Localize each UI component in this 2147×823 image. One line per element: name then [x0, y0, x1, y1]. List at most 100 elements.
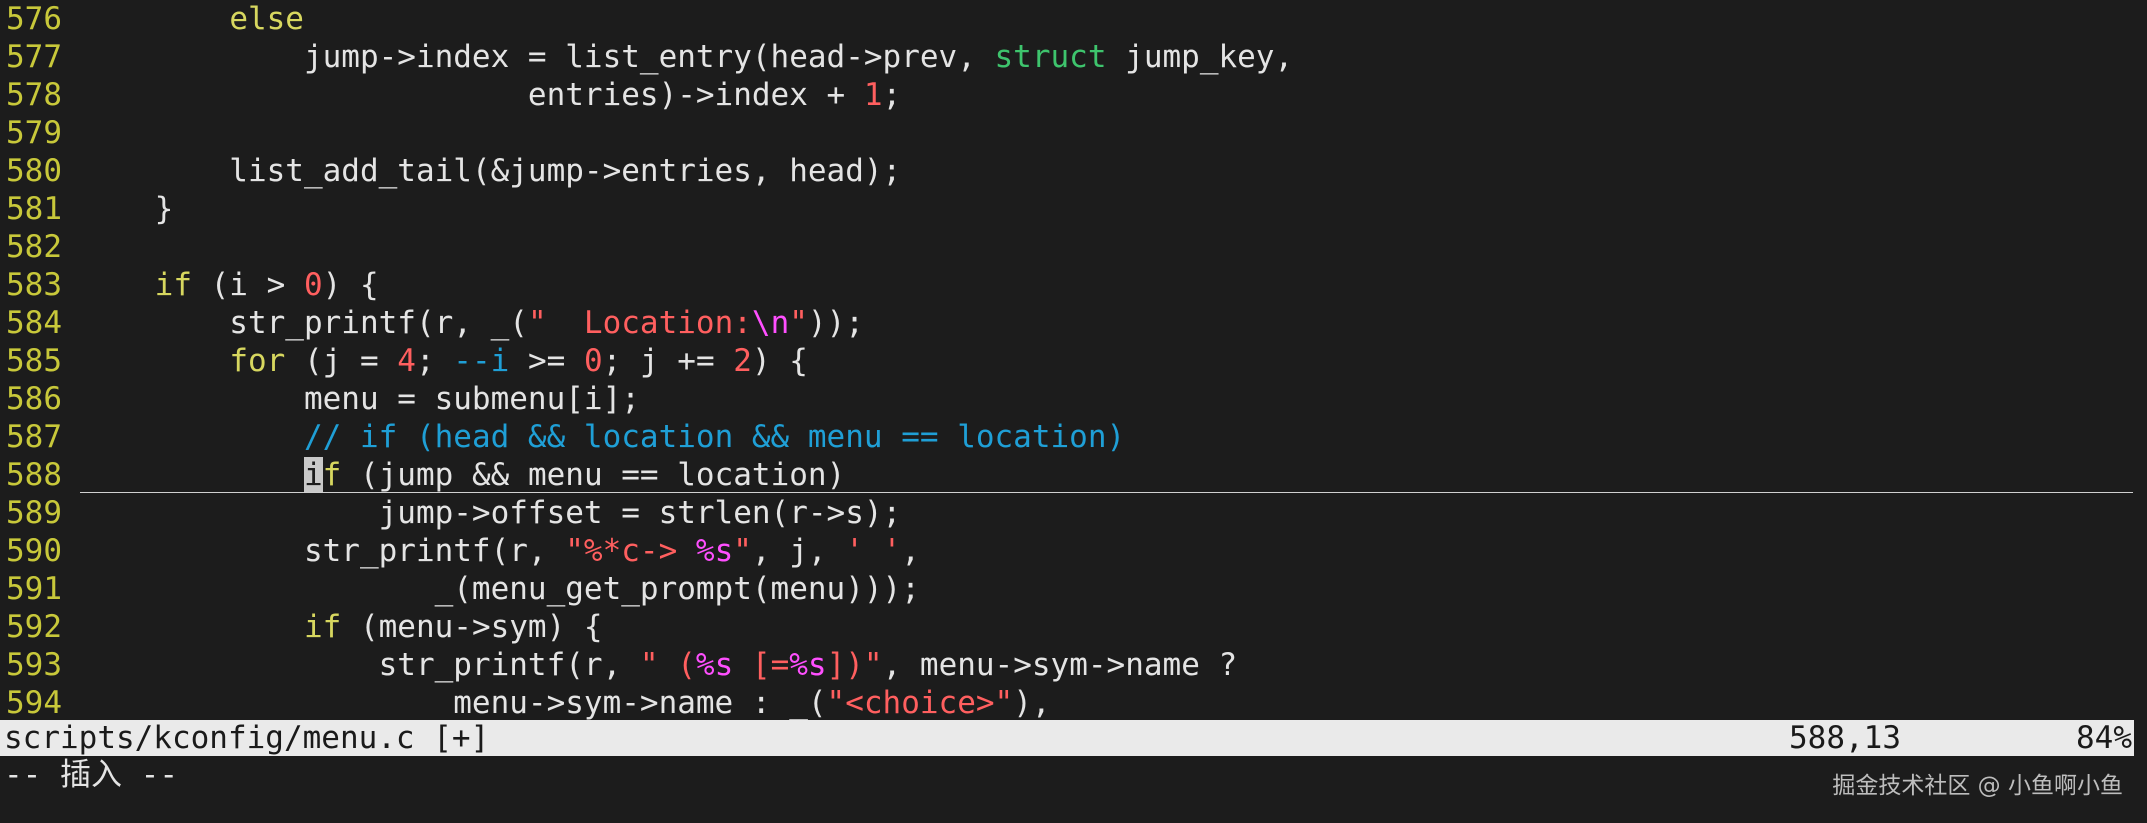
code-token: ,: [901, 533, 920, 569]
code-line[interactable]: 582: [0, 228, 2147, 266]
status-scroll-percent: 84%: [2076, 720, 2132, 756]
code-token: , j,: [751, 533, 846, 569]
line-number: 586: [6, 381, 62, 417]
code-line[interactable]: 578 entries)->index + 1;: [0, 76, 2147, 114]
code-token: jump->index = list_entry(head->prev,: [80, 39, 995, 75]
code-line[interactable]: 585 for (j = 4; --i >= 0; j += 2) {: [0, 342, 2147, 380]
code-text[interactable]: str_printf(r, _(" Location:\n"));: [80, 305, 864, 341]
code-line[interactable]: 584 str_printf(r, _(" Location:\n"));: [0, 304, 2147, 342]
string-token: ])": [826, 647, 883, 683]
line-number: 581: [6, 191, 62, 227]
operator-token: --i: [453, 343, 510, 379]
keyword-token: if: [303, 609, 342, 645]
code-token: (menu->sym) {: [341, 609, 603, 645]
string-token: ": [789, 305, 808, 341]
code-line[interactable]: 577 jump->index = list_entry(head->prev,…: [0, 38, 2147, 76]
vim-window[interactable]: 576 else 577 jump->index = list_entry(hea…: [0, 0, 2147, 823]
code-token: >=: [509, 343, 584, 379]
code-text[interactable]: _(menu_get_prompt(menu)));: [80, 571, 920, 607]
line-number: 592: [6, 609, 62, 645]
keyword-token: f: [322, 457, 342, 493]
status-cursor-position: 588,13: [1789, 720, 1901, 756]
code-token: str_printf(r,: [80, 533, 566, 569]
code-line[interactable]: 590 str_printf(r, "%*c-> %s", j, ' ',: [0, 532, 2147, 570]
escape-token: \n: [751, 305, 790, 341]
code-text[interactable]: else: [80, 1, 304, 37]
code-line[interactable]: 593 str_printf(r, " (%s [=%s])", menu->s…: [0, 646, 2147, 684]
code-text[interactable]: str_printf(r, " (%s [=%s])", menu->sym->…: [80, 647, 1238, 683]
code-text[interactable]: str_printf(r, "%*c-> %s", j, ' ',: [80, 533, 920, 569]
code-token: jump->offset = strlen(r->s);: [80, 495, 902, 531]
line-number: 577: [6, 39, 62, 75]
code-line[interactable]: 586 menu = submenu[i];: [0, 380, 2147, 418]
code-line[interactable]: 591 _(menu_get_prompt(menu)));: [0, 570, 2147, 608]
code-text[interactable]: if (jump && menu == location): [80, 457, 845, 493]
code-editor[interactable]: 576 else 577 jump->index = list_entry(hea…: [0, 0, 2147, 720]
code-line[interactable]: 580 list_add_tail(&jump->entries, head);: [0, 152, 2147, 190]
code-token: menu = submenu[i];: [80, 381, 640, 417]
code-token: str_printf(r,: [80, 647, 640, 683]
line-number: 584: [6, 305, 62, 341]
code-text[interactable]: menu = submenu[i];: [80, 381, 640, 417]
comment-token: // if (head && location && menu == locat…: [303, 419, 1126, 455]
code-token: ));: [807, 305, 864, 341]
text-cursor[interactable]: i: [303, 457, 323, 493]
code-line[interactable]: 594 menu->sym->name : _("<choice>"),: [0, 684, 2147, 720]
number-token: 1: [863, 77, 883, 113]
code-token: ; j +=: [602, 343, 734, 379]
watermark: 掘金技术社区 @ 小鱼啊小鱼: [1832, 773, 2123, 799]
mode-indicator: -- 插入 --: [4, 757, 178, 793]
code-token: ) {: [751, 343, 808, 379]
number-token: 2: [733, 343, 752, 379]
type-token: struct: [994, 39, 1107, 75]
code-text[interactable]: jump->offset = strlen(r->s);: [80, 495, 902, 531]
code-token: entries)->index +: [80, 77, 864, 113]
string-token: "%*c->: [565, 533, 696, 569]
keyword-token: for: [229, 343, 286, 379]
code-text[interactable]: list_add_tail(&jump->entries, head);: [80, 153, 901, 189]
code-line[interactable]: 581 }: [0, 190, 2147, 228]
string-token: "<choice>": [826, 685, 1014, 720]
escape-token: %s: [695, 647, 734, 683]
number-token: 4: [397, 343, 416, 379]
code-text[interactable]: jump->index = list_entry(head->prev, str…: [80, 39, 1293, 75]
code-line[interactable]: 579: [0, 114, 2147, 152]
line-number: 593: [6, 647, 62, 683]
code-line[interactable]: 587 // if (head && location && menu == l…: [0, 418, 2147, 456]
number-token: 0: [303, 267, 323, 303]
code-token: str_printf(r, _(: [80, 305, 528, 341]
code-text[interactable]: if (menu->sym) {: [80, 609, 603, 645]
code-line[interactable]: 589 jump->offset = strlen(r->s);: [0, 494, 2147, 532]
code-token: (j =: [285, 343, 398, 379]
code-text[interactable]: for (j = 4; --i >= 0; j += 2) {: [80, 343, 808, 379]
code-line[interactable]: 592 if (menu->sym) {: [0, 608, 2147, 646]
line-number: 580: [6, 153, 62, 189]
code-text[interactable]: }: [80, 191, 174, 227]
code-line[interactable]: 583 if (i > 0) {: [0, 266, 2147, 304]
escape-token: %s: [789, 647, 827, 683]
code-token: ),: [1013, 685, 1051, 720]
code-line[interactable]: 576 else: [0, 0, 2147, 38]
code-token: _(menu_get_prompt(menu)));: [80, 571, 920, 607]
code-line[interactable]: 588 if (jump && menu == location): [0, 456, 2147, 494]
line-number: 589: [6, 495, 62, 531]
code-text[interactable]: // if (head && location && menu == locat…: [80, 419, 1125, 455]
code-text[interactable]: menu->sym->name : _("<choice>"),: [80, 685, 1051, 720]
line-number: 579: [6, 115, 62, 151]
line-number: 590: [6, 533, 62, 569]
code-text[interactable]: if (i > 0) {: [80, 267, 379, 303]
code-text[interactable]: entries)->index + 1;: [80, 77, 901, 113]
code-token: , menu->sym->name ?: [882, 647, 1238, 683]
code-token: }: [80, 191, 174, 227]
code-token: ;: [882, 77, 902, 113]
keyword-token: if: [154, 267, 192, 303]
code-token: menu->sym->name : _(: [80, 685, 827, 720]
status-line: scripts/kconfig/menu.c [+] 588,13 84%: [0, 720, 2134, 756]
status-filename: scripts/kconfig/menu.c [+]: [4, 720, 490, 756]
string-token: " Location:: [527, 305, 752, 341]
